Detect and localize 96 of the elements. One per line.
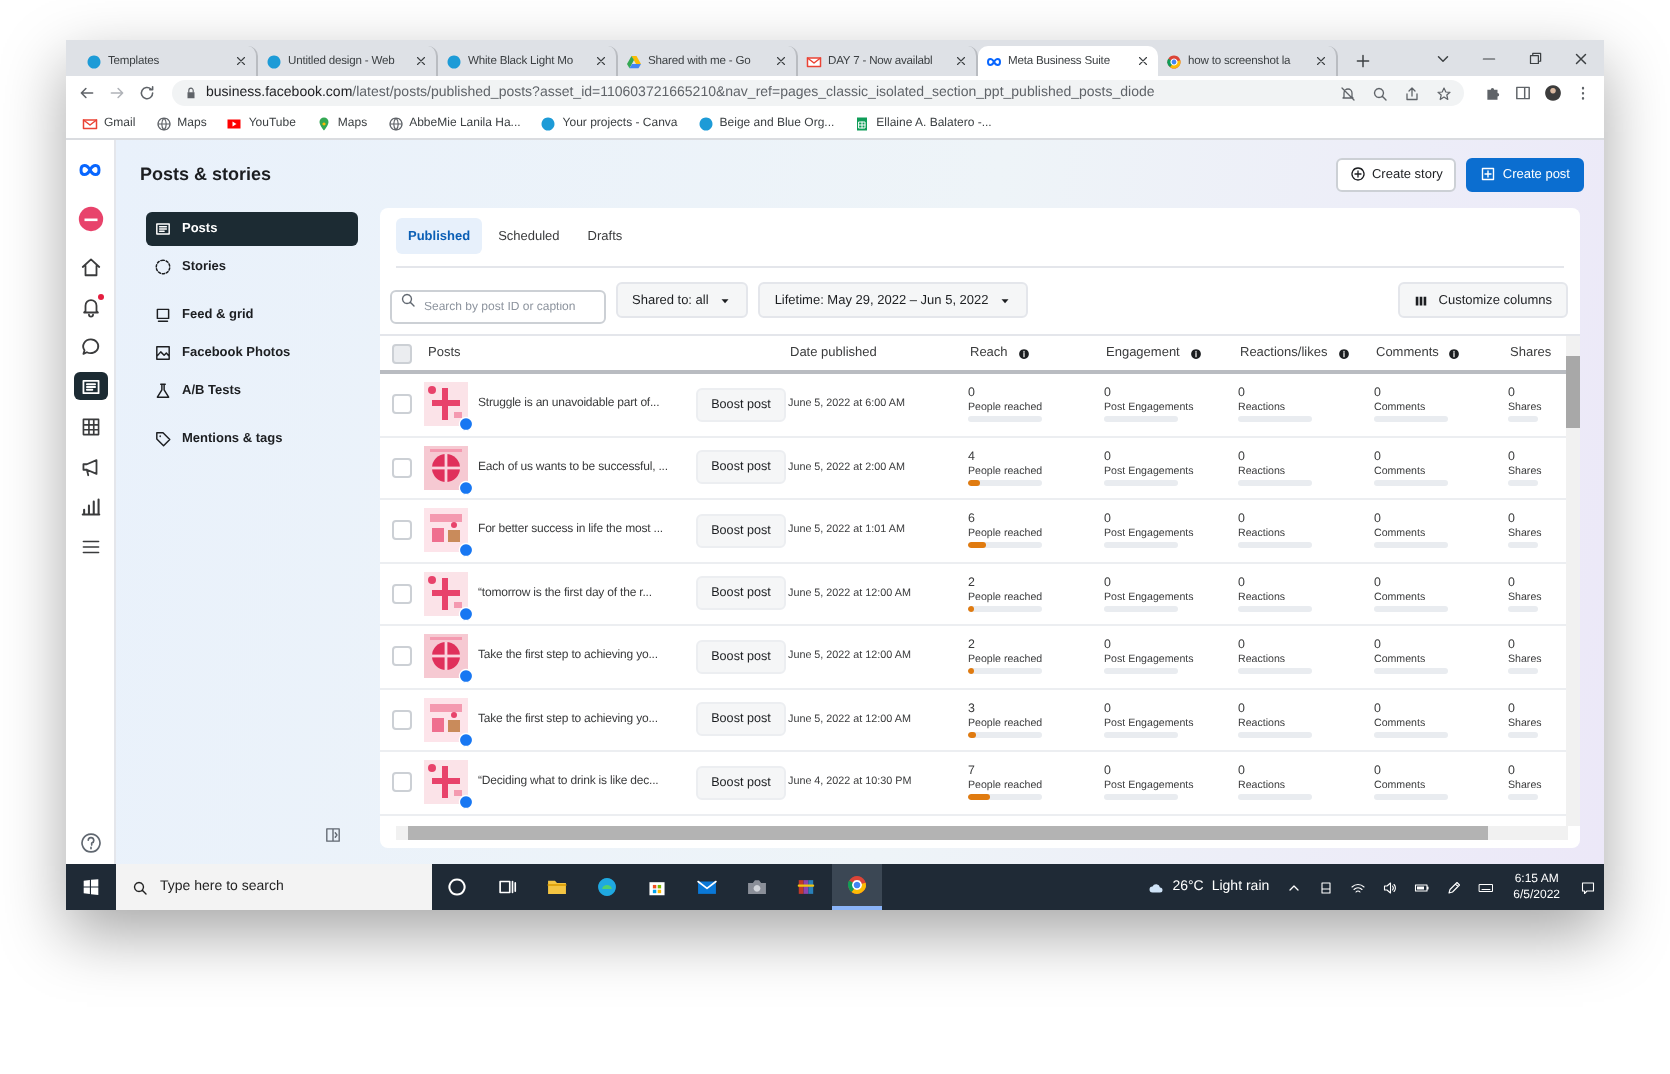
close-icon[interactable]	[1572, 50, 1590, 68]
badge-icon	[458, 794, 474, 811]
ring-icon	[846, 874, 868, 896]
panel-icon[interactable]	[324, 826, 342, 844]
sidebar-icon[interactable]	[1514, 84, 1532, 102]
reload-icon[interactable]	[138, 84, 156, 102]
chat-icon	[79, 335, 101, 357]
page-title: Posts & stories	[140, 164, 272, 184]
windows-icon[interactable]	[82, 878, 100, 896]
close-icon[interactable]	[774, 54, 788, 68]
info-icon	[1017, 347, 1030, 359]
checkbox[interactable]	[392, 394, 412, 415]
closed-envelope-icon	[696, 876, 718, 898]
speaker-icon[interactable]	[1381, 879, 1398, 895]
help-icon[interactable]	[79, 832, 101, 854]
scrollbar[interactable]	[1566, 336, 1580, 826]
restore-icon[interactable]	[1526, 50, 1544, 68]
close-icon[interactable]	[1136, 54, 1150, 68]
caret-icon	[998, 293, 1013, 307]
posts-icon	[79, 375, 101, 397]
checkbox[interactable]	[392, 772, 412, 793]
lock-icon	[184, 86, 198, 100]
magnifier-icon[interactable]	[1372, 85, 1388, 101]
grid-icon	[79, 415, 101, 437]
magnifier-icon	[400, 292, 416, 308]
checkbox[interactable]	[392, 520, 412, 541]
badge-icon	[458, 416, 474, 433]
notification-dot	[97, 294, 103, 300]
sheet-icon	[854, 116, 871, 132]
globe-icon	[387, 116, 404, 132]
info-icon	[1189, 347, 1202, 359]
wifi-icon[interactable]	[1349, 879, 1366, 895]
infinity-icon	[986, 53, 1002, 69]
folder-icon	[546, 876, 568, 898]
play-icon	[226, 116, 243, 132]
checkbox[interactable]	[392, 709, 412, 730]
bell-icon	[79, 295, 101, 317]
close-icon[interactable]	[234, 54, 248, 68]
avatar[interactable]	[77, 206, 103, 232]
globe-icon	[155, 116, 172, 132]
nav-button[interactable]	[73, 372, 107, 400]
info-icon	[1448, 347, 1461, 359]
keyboard-icon[interactable]	[1477, 879, 1494, 895]
battery-icon[interactable]	[1413, 879, 1430, 895]
plus-icon[interactable]	[1354, 52, 1372, 70]
flask-icon	[154, 382, 172, 400]
star-icon[interactable]	[1436, 85, 1452, 101]
chevron-down-icon[interactable]	[1434, 50, 1452, 68]
menu-icon	[79, 535, 101, 557]
touchpad-icon[interactable]	[1317, 879, 1334, 895]
hollow-circle-icon	[446, 876, 468, 898]
close-icon[interactable]	[1314, 54, 1328, 68]
megaphone-icon	[79, 455, 101, 477]
home-icon	[79, 255, 101, 277]
task-view-icon	[496, 876, 518, 898]
bag-icon	[646, 876, 668, 898]
badge-icon	[458, 731, 474, 748]
ring-icon	[1166, 53, 1182, 69]
badge-icon	[458, 668, 474, 685]
photos-icon	[154, 344, 172, 362]
speech-bubble-icon[interactable]	[1580, 879, 1596, 895]
back-icon[interactable]	[78, 84, 96, 102]
pen-icon[interactable]	[1445, 879, 1462, 895]
posts-icon	[154, 220, 172, 238]
close-icon[interactable]	[594, 54, 608, 68]
badge-icon	[458, 479, 474, 496]
bell-slash-icon[interactable]	[1340, 85, 1356, 101]
checkbox[interactable]	[392, 646, 412, 667]
camera-icon	[746, 876, 768, 898]
caret-icon	[718, 293, 733, 307]
envelope-icon	[82, 116, 98, 132]
badge-icon	[458, 605, 474, 622]
stories-icon	[154, 258, 172, 276]
checkbox[interactable]	[392, 583, 412, 604]
pin-icon	[315, 116, 332, 132]
checkbox[interactable]	[392, 343, 412, 363]
badge-icon	[458, 542, 474, 559]
feed-icon	[154, 306, 172, 324]
close-icon[interactable]	[414, 54, 428, 68]
triangle-icon	[626, 53, 642, 69]
books-icon	[796, 876, 818, 898]
columns-icon	[1414, 293, 1429, 307]
magnifier-icon	[132, 879, 148, 895]
orb-icon	[596, 876, 618, 898]
scrollbar[interactable]	[396, 826, 1568, 840]
share-icon[interactable]	[1404, 85, 1420, 101]
profile-icon[interactable]	[1544, 84, 1562, 102]
puzzle-icon[interactable]	[1484, 84, 1502, 102]
close-icon[interactable]	[954, 54, 968, 68]
info-icon	[1337, 347, 1350, 359]
chart-icon	[79, 495, 101, 517]
checkbox[interactable]	[392, 457, 412, 478]
tag-icon	[154, 430, 172, 448]
infinity-icon[interactable]	[76, 158, 104, 182]
cloud-icon[interactable]	[1148, 879, 1165, 895]
envelope-icon	[806, 53, 822, 69]
